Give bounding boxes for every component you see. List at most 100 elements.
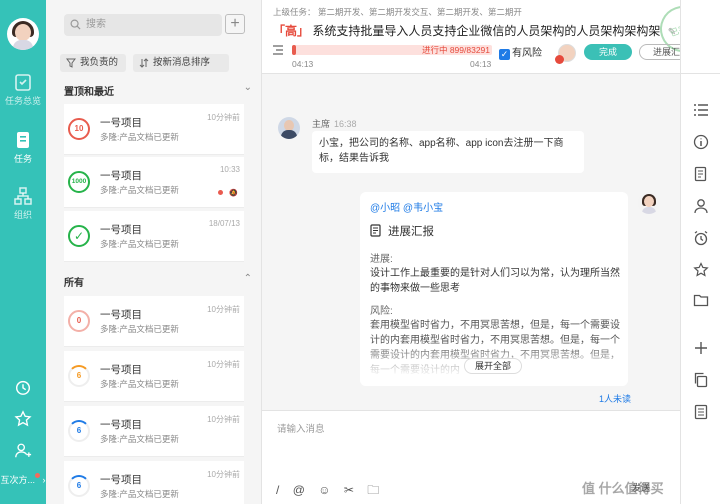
avatar[interactable] bbox=[7, 18, 39, 50]
list-item[interactable]: 6 一号项目 多隆:产品文档已更新 10分钟前 bbox=[64, 461, 244, 504]
item-title: 一号项目 bbox=[100, 117, 142, 129]
favorites-button[interactable] bbox=[0, 410, 46, 431]
nav-item-label: 任务 bbox=[13, 154, 32, 164]
star-icon[interactable] bbox=[693, 262, 709, 278]
folder-icon[interactable] bbox=[693, 292, 709, 308]
item-subtitle: 多隆:产品文档已更新 bbox=[100, 185, 179, 195]
item-time: 10分钟前 bbox=[207, 305, 240, 314]
alert-badge bbox=[555, 55, 564, 64]
workspace-label: 互次方... bbox=[0, 475, 35, 485]
item-subtitle: 多隆:产品文档已更新 bbox=[100, 379, 179, 389]
star-icon bbox=[14, 410, 32, 427]
search-placeholder: 搜索 bbox=[86, 19, 106, 30]
list-item[interactable]: 0 一号项目 多隆:产品文档已更新 10分钟前 bbox=[64, 296, 244, 347]
sort-label: 按新消息排序 bbox=[153, 57, 211, 68]
progress-text: 设计工作上最重要的是针对人们习以为常，认为理所当然的事物来做一些思考 bbox=[370, 268, 620, 294]
progress-label: 进展: bbox=[370, 254, 393, 265]
progress-ring: 6 bbox=[68, 420, 90, 442]
list-item[interactable]: 1000 一号项目 多隆:产品文档已更新 10:33 🔕 bbox=[64, 157, 244, 208]
item-title: 一号项目 bbox=[100, 309, 142, 321]
unread-count[interactable]: 1人未读 bbox=[599, 392, 631, 405]
add-task-button[interactable]: + bbox=[225, 14, 245, 34]
sender-name: 主席 bbox=[312, 119, 331, 129]
watermark-text: 值 什么值得买 bbox=[582, 481, 664, 496]
progress-fill bbox=[292, 45, 296, 55]
emoji-icon[interactable]: ☺ bbox=[318, 483, 330, 497]
nav-item-label: 组织 bbox=[13, 210, 32, 220]
item-flags: 🔕 bbox=[218, 189, 238, 197]
section-all[interactable]: 所有 ⌃ bbox=[64, 273, 256, 289]
list-icon bbox=[273, 45, 283, 55]
risk-checkbox[interactable]: ✓ 有风险 bbox=[499, 44, 542, 60]
start-time: 04:13 bbox=[292, 59, 314, 69]
copy-icon[interactable] bbox=[693, 372, 709, 388]
filter-mine-button[interactable]: 我负责的 bbox=[60, 54, 126, 72]
complete-button[interactable]: 完成 bbox=[584, 44, 632, 60]
org-chart-icon bbox=[14, 187, 32, 205]
list-item[interactable]: 10 一号项目 多隆:产品文档已更新 10分钟前 bbox=[64, 104, 244, 155]
page-title: 系统支持批量导入人员支持企业微信的人员架构的人员架构架构架 bbox=[312, 24, 661, 38]
alarm-button[interactable] bbox=[0, 378, 46, 399]
progress-report-card: @小昭 @韦小宝 进展汇报 进展: 设计工作上最重要的是针对人们习以为常，认为理… bbox=[360, 192, 628, 386]
priority-badge[interactable]: 「高」 bbox=[273, 24, 309, 38]
progress-ring: 10 bbox=[68, 118, 90, 140]
message-input[interactable]: 请输入消息 bbox=[277, 421, 325, 435]
sort-button[interactable]: 按新消息排序 bbox=[133, 54, 229, 72]
end-time: 04:13 bbox=[470, 59, 492, 69]
breadcrumb[interactable]: 上级任务： 第二期开发、第二期开发交互、第二期开发、第二期开 bbox=[273, 6, 522, 18]
alarm-clock-icon[interactable] bbox=[693, 230, 709, 246]
nav-item-tasks[interactable]: 任务 bbox=[0, 130, 46, 165]
document-icon[interactable] bbox=[693, 166, 709, 182]
item-title: 一号项目 bbox=[100, 224, 142, 236]
item-time: 10:33 bbox=[219, 165, 240, 174]
clipboard-icon bbox=[15, 74, 31, 91]
progress-ring: 0 bbox=[68, 310, 90, 332]
risk-dot bbox=[218, 190, 224, 195]
info-icon[interactable] bbox=[693, 134, 709, 150]
task-header: 上级任务： 第二期开发、第二期开发交互、第二期开发、第二期开 「高」 系统支持批… bbox=[262, 0, 713, 74]
nav-item-overview[interactable]: 任务总览 bbox=[0, 72, 46, 107]
item-subtitle: 多隆:产品文档已更新 bbox=[100, 434, 179, 444]
unread-dot bbox=[35, 473, 40, 478]
section-pinned[interactable]: 置顶和最近 ⌄ bbox=[64, 82, 256, 98]
plus-icon[interactable] bbox=[693, 340, 709, 356]
section-label: 所有 bbox=[64, 278, 84, 289]
notes-icon[interactable] bbox=[693, 404, 709, 420]
progress-ring: 6 bbox=[68, 365, 90, 387]
list-item[interactable]: ✓ 一号项目 多隆:产品文档已更新 18/07/13 bbox=[64, 211, 244, 262]
list-item[interactable]: 6 一号项目 多隆:产品文档已更新 10分钟前 bbox=[64, 351, 244, 402]
task-list-panel: 搜索 + 我负责的 按新消息排序 置顶和最近 ⌄ 10 一号项目 多隆:产品文档… bbox=[46, 0, 262, 504]
avatar[interactable] bbox=[638, 192, 660, 214]
checkbox-checked-icon: ✓ bbox=[499, 49, 510, 60]
watermark: 值 什么值得买 bbox=[582, 478, 664, 497]
item-title: 一号项目 bbox=[100, 170, 142, 182]
scissors-icon[interactable]: ✂ bbox=[344, 483, 354, 497]
message-time: 16:38 bbox=[334, 119, 357, 129]
add-user-icon bbox=[15, 443, 32, 458]
workspace-switcher[interactable]: 互次方... › bbox=[0, 473, 46, 486]
task-detail-panel: 上级任务： 第二期开发、第二期开发交互、第二期开发、第二期开 「高」 系统支持批… bbox=[262, 0, 713, 504]
risk-label: 有风险 bbox=[512, 48, 542, 59]
message-bubble: 小宝，把公司的名称、app名称、app icon去注册一下商标，结果告诉我 bbox=[312, 131, 584, 173]
slash-command-icon[interactable]: / bbox=[276, 483, 279, 497]
expand-all-button[interactable]: 展开全部 bbox=[464, 358, 522, 374]
check-icon: ✓ bbox=[68, 225, 90, 247]
risk-label: 风险: bbox=[370, 306, 393, 317]
progress-status: 进行中 899/83291 bbox=[421, 45, 490, 55]
item-time: 10分钟前 bbox=[207, 113, 240, 122]
left-nav: 任务总览 任务 组织 互次方... › bbox=[0, 0, 46, 504]
add-contact-button[interactable] bbox=[0, 442, 46, 463]
list-icon[interactable] bbox=[693, 102, 709, 118]
mention-users[interactable]: @小昭 @韦小宝 bbox=[370, 199, 443, 214]
user-icon[interactable] bbox=[693, 198, 709, 214]
avatar[interactable] bbox=[278, 117, 300, 139]
search-input[interactable]: 搜索 bbox=[64, 14, 222, 36]
folder-icon[interactable]: 🗀 bbox=[367, 481, 379, 502]
task-title-row: 「高」 系统支持批量导入人员支持企业微信的人员架构的人员架构架构架 ✎ bbox=[273, 22, 676, 39]
item-subtitle: 多隆:产品文档已更新 bbox=[100, 132, 179, 142]
item-time: 18/07/13 bbox=[208, 219, 240, 228]
list-item[interactable]: 6 一号项目 多隆:产品文档已更新 10分钟前 bbox=[64, 406, 244, 457]
nav-item-org[interactable]: 组织 bbox=[0, 186, 46, 221]
mention-icon[interactable]: @ bbox=[293, 483, 305, 497]
assignee-avatar[interactable] bbox=[555, 44, 576, 64]
